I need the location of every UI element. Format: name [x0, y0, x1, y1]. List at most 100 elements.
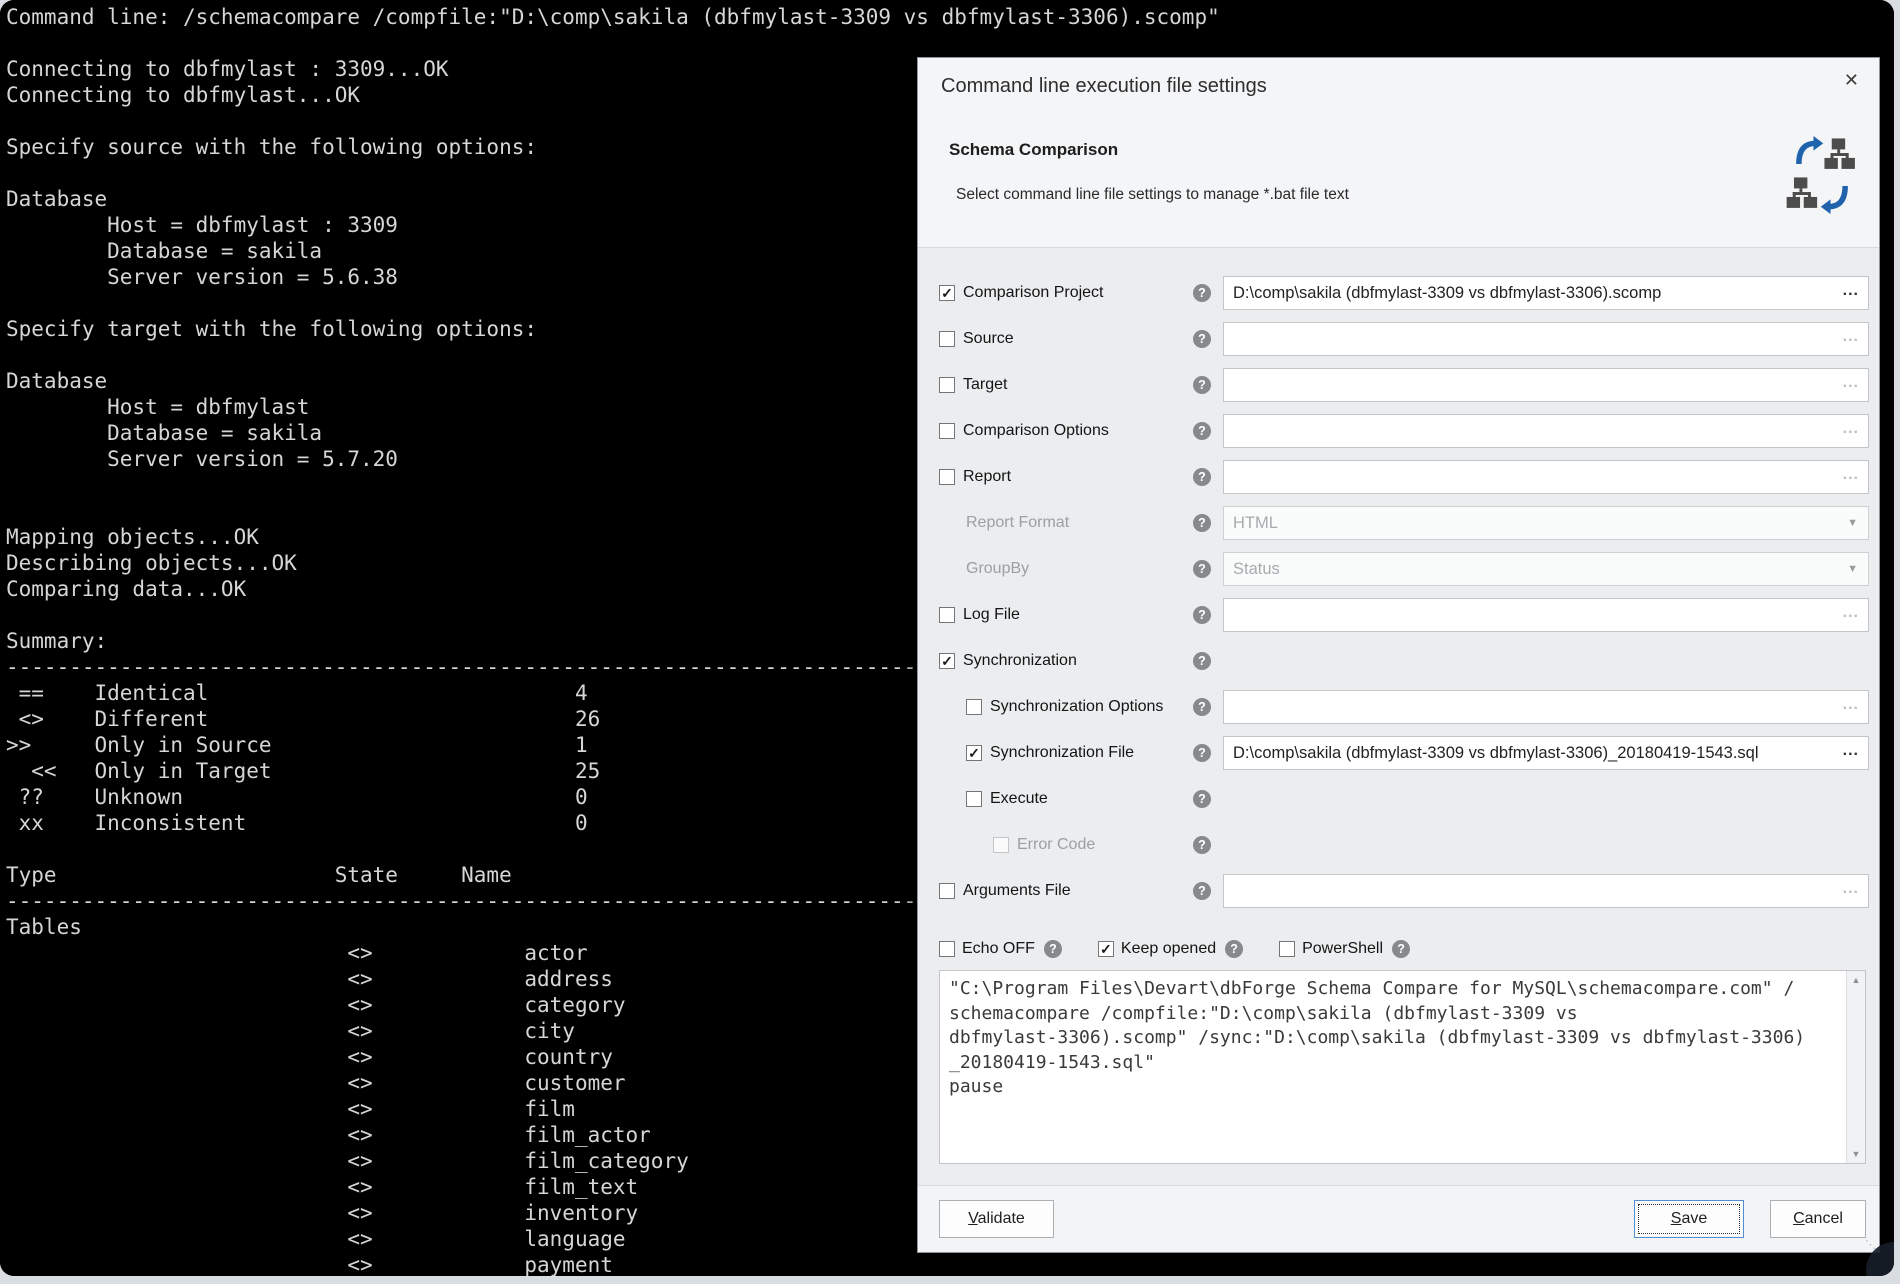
report-label: Report — [963, 468, 1011, 486]
log-file-label: Log File — [963, 606, 1020, 624]
help-icon[interactable]: ? — [1193, 468, 1211, 486]
synchronization-checkbox[interactable]: ✓ — [939, 653, 955, 669]
help-icon[interactable]: ? — [1193, 652, 1211, 670]
arguments-file-row: Arguments File?... — [939, 874, 1866, 908]
help-icon[interactable]: ? — [1193, 376, 1211, 394]
arguments-file-checkbox[interactable] — [939, 883, 955, 899]
report-format-value: HTML — [1233, 514, 1278, 533]
close-icon[interactable]: ✕ — [1844, 71, 1859, 89]
error-code-row: Error Code? — [939, 828, 1866, 862]
comparison-project-checkbox[interactable]: ✓ — [939, 285, 955, 301]
schema-sync-icon — [1783, 136, 1861, 219]
browse-button[interactable]: ... — [1843, 421, 1859, 437]
section-title: Schema Comparison — [949, 140, 1118, 160]
echo-off-checkbox[interactable] — [939, 941, 955, 957]
synchronization-options-row: Synchronization Options?... — [939, 690, 1866, 724]
help-icon[interactable]: ? — [1193, 836, 1211, 854]
synchronization-file-value: D:\comp\sakila (dbfmylast-3309 vs dbfmyl… — [1233, 744, 1759, 763]
toggle-row: Echo OFF?✓Keep opened?PowerShell? — [939, 938, 1866, 960]
cancel-button[interactable]: Cancel — [1770, 1200, 1866, 1238]
synchronization-file-row: ✓ Synchronization File? D:\comp\sakila (db… — [939, 736, 1866, 770]
browse-button[interactable]: ... — [1843, 697, 1859, 713]
report-input[interactable]: ... — [1223, 460, 1869, 494]
source-row: Source?... — [939, 322, 1866, 356]
browse-button[interactable]: ... — [1843, 467, 1859, 483]
execute-label: Execute — [990, 790, 1048, 808]
help-icon[interactable]: ? — [1193, 330, 1211, 348]
browse-button[interactable]: ... — [1843, 375, 1859, 391]
synchronization-file-input[interactable]: D:\comp\sakila (dbfmylast-3309 vs dbfmyl… — [1223, 736, 1869, 770]
app-window: Command line: /schemacompare /compfile:"… — [0, 0, 1894, 1276]
command-line-settings-dialog: Command line execution file settings ✕ S… — [917, 57, 1880, 1253]
help-icon[interactable]: ? — [1193, 790, 1211, 808]
target-checkbox[interactable] — [939, 377, 955, 393]
dialog-footer: Validate Save Cancel ⋱ — [918, 1185, 1879, 1252]
help-icon[interactable]: ? — [1193, 882, 1211, 900]
field-rows: ✓Comparison Project?D:\comp\sakila (dbfm… — [939, 276, 1866, 908]
comparison-project-row: ✓Comparison Project?D:\comp\sakila (dbfm… — [939, 276, 1866, 310]
target-input[interactable]: ... — [1223, 368, 1869, 402]
synchronization-row: ✓ Synchronization? — [939, 644, 1866, 678]
execute-checkbox[interactable] — [966, 791, 982, 807]
source-input[interactable]: ... — [1223, 322, 1869, 356]
synchronization-label: Synchronization — [963, 652, 1077, 670]
comparison-options-checkbox[interactable] — [939, 423, 955, 439]
screenshot-canvas: Command line: /schemacompare /compfile:"… — [0, 0, 1900, 1284]
help-icon[interactable]: ? — [1225, 940, 1243, 958]
report-row: Report?... — [939, 460, 1866, 494]
synchronization-file-checkbox[interactable]: ✓ — [966, 745, 982, 761]
help-icon[interactable]: ? — [1193, 606, 1211, 624]
report-format-select: HTML▼ — [1223, 506, 1869, 540]
scroll-up-icon[interactable]: ▲ — [1852, 971, 1861, 989]
validate-button[interactable]: Validate — [939, 1200, 1054, 1238]
execute-row: Execute? — [939, 782, 1866, 816]
source-label: Source — [963, 330, 1014, 348]
help-icon[interactable]: ? — [1193, 560, 1211, 578]
browse-button[interactable]: ... — [1843, 283, 1859, 299]
help-icon[interactable]: ? — [1193, 284, 1211, 302]
source-checkbox[interactable] — [939, 331, 955, 347]
bat-file-textarea[interactable]: "C:\Program Files\Devart\dbForge Schema … — [939, 970, 1866, 1164]
echo-off-toggle: Echo OFF? — [939, 940, 1062, 958]
report-checkbox[interactable] — [939, 469, 955, 485]
powershell-label: PowerShell — [1302, 940, 1383, 958]
help-icon[interactable]: ? — [1193, 698, 1211, 716]
dialog-titlebar: Command line execution file settings ✕ — [918, 58, 1879, 114]
target-label: Target — [963, 376, 1007, 394]
dialog-header: Schema Comparison Select command line fi… — [918, 114, 1879, 248]
target-row: Target?... — [939, 368, 1866, 402]
help-icon[interactable]: ? — [1193, 744, 1211, 762]
help-icon[interactable]: ? — [1193, 422, 1211, 440]
log-file-row: Log File?... — [939, 598, 1866, 632]
log-file-checkbox[interactable] — [939, 607, 955, 623]
comparison-project-input[interactable]: D:\comp\sakila (dbfmylast-3309 vs dbfmyl… — [1223, 276, 1869, 310]
save-button[interactable]: Save — [1634, 1200, 1744, 1238]
comparison-options-input[interactable]: ... — [1223, 414, 1869, 448]
powershell-checkbox[interactable] — [1279, 941, 1295, 957]
browse-button[interactable]: ... — [1843, 743, 1859, 759]
synchronization-file-label: Synchronization File — [990, 744, 1134, 762]
synchronization-options-input[interactable]: ... — [1223, 690, 1869, 724]
synchronization-options-checkbox[interactable] — [966, 699, 982, 715]
comparison-options-label: Comparison Options — [963, 422, 1109, 440]
help-icon[interactable]: ? — [1193, 514, 1211, 532]
help-icon[interactable]: ? — [1044, 940, 1062, 958]
echo-off-label: Echo OFF — [962, 940, 1035, 958]
comparison-options-row: Comparison Options?... — [939, 414, 1866, 448]
browse-button[interactable]: ... — [1843, 881, 1859, 897]
scroll-down-icon[interactable]: ▼ — [1852, 1145, 1861, 1163]
groupby-row: GroupBy? Status▼ — [939, 552, 1866, 586]
groupby-select: Status▼ — [1223, 552, 1869, 586]
arguments-file-input[interactable]: ... — [1223, 874, 1869, 908]
browse-button[interactable]: ... — [1843, 329, 1859, 345]
browse-button[interactable]: ... — [1843, 605, 1859, 621]
log-file-input[interactable]: ... — [1223, 598, 1869, 632]
error-code-checkbox — [993, 837, 1009, 853]
groupby-label: GroupBy — [966, 560, 1029, 578]
keep-opened-toggle: ✓ Keep opened? — [1098, 940, 1243, 958]
help-icon[interactable]: ? — [1392, 940, 1410, 958]
keep-opened-checkbox[interactable]: ✓ — [1098, 941, 1114, 957]
keep-opened-label: Keep opened — [1121, 940, 1216, 958]
scrollbar[interactable]: ▲ ▼ — [1846, 971, 1865, 1163]
powershell-toggle: PowerShell? — [1279, 940, 1410, 958]
